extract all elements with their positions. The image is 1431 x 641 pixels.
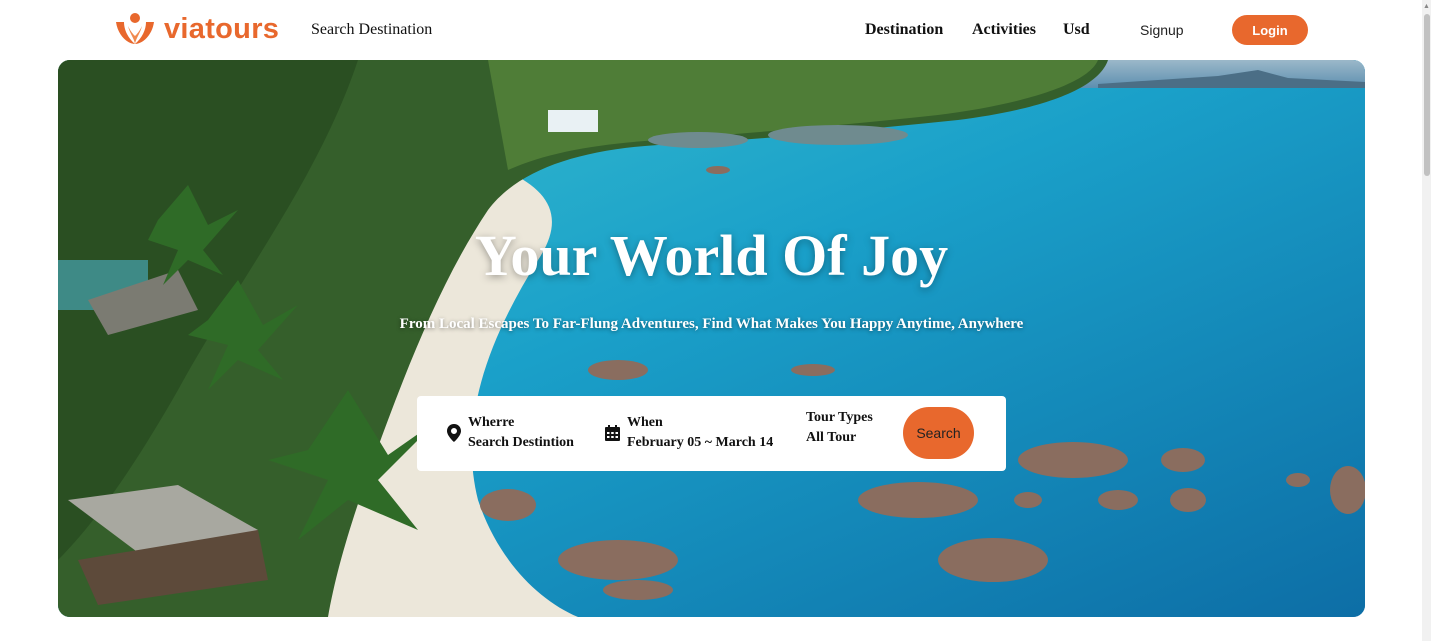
when-value: February 05 ~ March 14 (627, 435, 774, 450)
calendar-icon (605, 425, 620, 446)
where-value: Search Destintion (468, 435, 574, 450)
tour-search-bar: Wherre Search Destintion When February 0… (417, 396, 1006, 471)
hero-banner: Your World Of Joy From Local Escapes To … (58, 60, 1365, 617)
tour-type-field[interactable]: Tour Types All Tour (806, 408, 896, 450)
signup-link[interactable]: Signup (1140, 22, 1184, 38)
hero-subtitle: From Local Escapes To Far-Flung Adventur… (399, 316, 1024, 332)
brand-name: viatours (164, 12, 280, 45)
scrollbar-thumb[interactable] (1424, 14, 1430, 176)
search-button[interactable]: Search (903, 407, 974, 459)
search-destination-input[interactable]: Search Destination (311, 21, 432, 39)
location-pin-icon (447, 424, 461, 447)
viatours-logo-icon (116, 13, 154, 44)
tour-type-value: All Tour (806, 430, 857, 445)
nav-currency[interactable]: Usd (1063, 21, 1090, 39)
tour-type-label: Tour Types (806, 410, 873, 425)
beach-scene-image (58, 60, 1365, 617)
hero-title: Your World Of Joy (474, 223, 949, 288)
brand-logo[interactable]: viatours (114, 12, 279, 46)
nav-destination[interactable]: Destination (865, 21, 943, 39)
when-label: When (627, 415, 663, 430)
login-button[interactable]: Login (1232, 15, 1308, 45)
nav-activities[interactable]: Activities (972, 21, 1036, 39)
scroll-up-icon[interactable]: ▲ (1423, 2, 1430, 10)
when-field[interactable]: When February 05 ~ March 14 (605, 412, 795, 454)
site-header: viatours Search Destination Destination … (0, 0, 1422, 60)
where-field[interactable]: Wherre Search Destintion (447, 412, 597, 454)
where-label: Wherre (468, 415, 515, 430)
